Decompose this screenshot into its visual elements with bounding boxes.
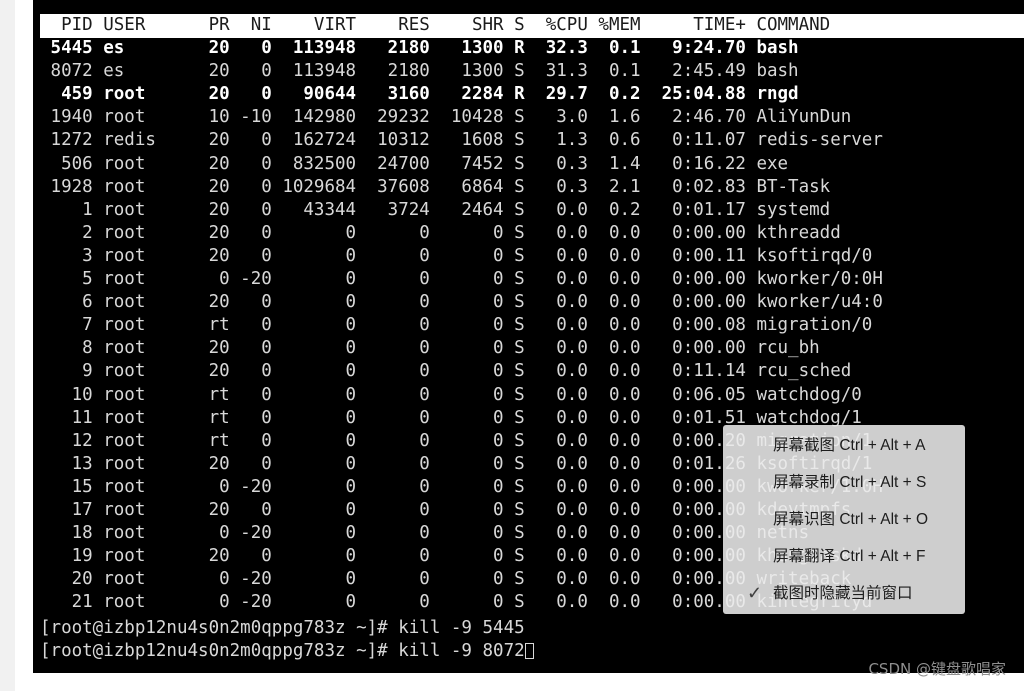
row-text: 7 root rt 0 0 0 0 S 0.0 0.0 0:00.08 migr… bbox=[40, 315, 873, 336]
process-row-3: 1940 root 10 -10 142980 29232 10428 S 3.… bbox=[33, 106, 1024, 129]
context-menu-item-2[interactable]: 屏幕识图 Ctrl + Alt + O bbox=[723, 501, 965, 538]
prompt-text: [root@izbp12nu4s0n2m0qppg783z ~]# kill -… bbox=[40, 640, 525, 661]
row-text: 8 root 20 0 0 0 0 S 0.0 0.0 0:00.00 rcu_… bbox=[40, 338, 820, 359]
process-row-14: 9 root 20 0 0 0 0 S 0.0 0.0 0:11.14 rcu_… bbox=[33, 360, 1024, 383]
process-row-12: 7 root rt 0 0 0 0 S 0.0 0.0 0:00.08 migr… bbox=[33, 314, 1024, 337]
screenshot-context-menu[interactable]: 屏幕截图 Ctrl + Alt + A 屏幕录制 Ctrl + Alt + S 屏幕… bbox=[723, 425, 965, 614]
context-menu-item-shortcut: Ctrl + Alt + F bbox=[835, 548, 926, 565]
context-menu-item-1[interactable]: 屏幕录制 Ctrl + Alt + S bbox=[723, 464, 965, 501]
text-cursor bbox=[524, 642, 534, 659]
process-row-11: 6 root 20 0 0 0 0 S 0.0 0.0 0:00.00 kwor… bbox=[33, 291, 1024, 314]
process-row-7: 1 root 20 0 43344 3724 2464 S 0.0 0.2 0:… bbox=[33, 199, 1024, 222]
process-row-4: 1272 redis 20 0 162724 10312 1608 S 1.3 … bbox=[33, 129, 1024, 152]
row-text: 1940 root 10 -10 142980 29232 10428 S 3.… bbox=[40, 107, 852, 128]
context-menu-item-shortcut: Ctrl + Alt + O bbox=[835, 511, 929, 528]
context-menu-item-label: 屏幕截图 bbox=[773, 436, 836, 454]
process-row-0: 5445 es 20 0 113948 2180 1300 R 32.3 0.1… bbox=[33, 37, 1024, 60]
row-text: 8072 es 20 0 113948 2180 1300 S 31.3 0.1… bbox=[40, 61, 799, 82]
row-text: 1928 root 20 0 1029684 37608 6864 S 0.3 … bbox=[40, 176, 831, 197]
row-text: 5445 es 20 0 113948 2180 1300 R 32.3 0.1… bbox=[40, 38, 799, 59]
context-menu-item-label: 屏幕录制 bbox=[773, 473, 836, 491]
row-text: 3 root 20 0 0 0 0 S 0.0 0.0 0:00.11 ksof… bbox=[40, 245, 873, 266]
shell-prompt-area[interactable]: [root@izbp12nu4s0n2m0qppg783z ~]# kill -… bbox=[40, 617, 534, 663]
row-text: 6 root 20 0 0 0 0 S 0.0 0.0 0:00.00 kwor… bbox=[40, 292, 883, 313]
process-row-1: 8072 es 20 0 113948 2180 1300 S 31.3 0.1… bbox=[33, 60, 1024, 83]
watermark: CSDN @键盘歌唱家 bbox=[868, 660, 1006, 678]
row-text: 9 root 20 0 0 0 0 S 0.0 0.0 0:11.14 rcu_… bbox=[40, 361, 852, 382]
process-row-10: 5 root 0 -20 0 0 0 S 0.0 0.0 0:00.00 kwo… bbox=[33, 268, 1024, 291]
row-text: 1272 redis 20 0 162724 10312 1608 S 1.3 … bbox=[40, 130, 883, 151]
prompt-line-1: [root@izbp12nu4s0n2m0qppg783z ~]# kill -… bbox=[40, 640, 534, 663]
process-row-2: 459 root 20 0 90644 3160 2284 R 29.7 0.2… bbox=[33, 83, 1024, 106]
row-text: 5 root 0 -20 0 0 0 S 0.0 0.0 0:00.00 kwo… bbox=[40, 269, 883, 290]
context-menu-item-label: 屏幕识图 bbox=[773, 510, 836, 528]
process-row-15: 10 root rt 0 0 0 0 S 0.0 0.0 0:06.05 wat… bbox=[33, 384, 1024, 407]
context-menu-item-shortcut: Ctrl + Alt + S bbox=[835, 474, 927, 491]
row-text: 1 root 20 0 43344 3724 2464 S 0.0 0.2 0:… bbox=[40, 199, 831, 220]
context-menu-item-label: 屏幕翻译 bbox=[773, 547, 836, 565]
prompt-line-0: [root@izbp12nu4s0n2m0qppg783z ~]# kill -… bbox=[40, 617, 534, 640]
row-text: 2 root 20 0 0 0 0 S 0.0 0.0 0:00.00 kthr… bbox=[40, 222, 841, 243]
context-menu-item-3[interactable]: 屏幕翻译 Ctrl + Alt + F bbox=[723, 538, 965, 575]
process-row-6: 1928 root 20 0 1029684 37608 6864 S 0.3 … bbox=[33, 176, 1024, 199]
process-row-9: 3 root 20 0 0 0 0 S 0.0 0.0 0:00.11 ksof… bbox=[33, 245, 1024, 268]
row-text: PID USER PR NI VIRT RES SHR S %CPU %MEM … bbox=[40, 15, 831, 35]
row-text: 506 root 20 0 832500 24700 7452 S 0.3 1.… bbox=[40, 153, 789, 174]
context-menu-item-shortcut: Ctrl + Alt + A bbox=[835, 437, 926, 454]
process-row-8: 2 root 20 0 0 0 0 S 0.0 0.0 0:00.00 kthr… bbox=[33, 222, 1024, 245]
process-row-5: 506 root 20 0 832500 24700 7452 S 0.3 1.… bbox=[33, 153, 1024, 176]
process-row-13: 8 root 20 0 0 0 0 S 0.0 0.0 0:00.00 rcu_… bbox=[33, 337, 1024, 360]
row-text: 459 root 20 0 90644 3160 2284 R 29.7 0.2… bbox=[40, 84, 799, 105]
prompt-text: [root@izbp12nu4s0n2m0qppg783z ~]# kill -… bbox=[40, 617, 525, 638]
context-menu-item-label: 截图时隐藏当前窗口 bbox=[773, 584, 913, 602]
process-table-header: PID USER PR NI VIRT RES SHR S %CPU %MEM … bbox=[33, 14, 1024, 37]
row-text: 18 root 0 -20 0 0 0 S 0.0 0.0 0:00.00 ne… bbox=[40, 523, 810, 544]
screenshot-root: PID USER PR NI VIRT RES SHR S %CPU %MEM … bbox=[0, 0, 1024, 691]
context-menu-item-4[interactable]: ✓ 截图时隐藏当前窗口 bbox=[723, 575, 965, 612]
context-menu-item-0[interactable]: 屏幕截图 Ctrl + Alt + A bbox=[723, 427, 965, 464]
row-text: 10 root rt 0 0 0 0 S 0.0 0.0 0:06.05 wat… bbox=[40, 384, 862, 405]
top-spacer bbox=[33, 0, 1024, 14]
check-icon: ✓ bbox=[747, 583, 763, 603]
